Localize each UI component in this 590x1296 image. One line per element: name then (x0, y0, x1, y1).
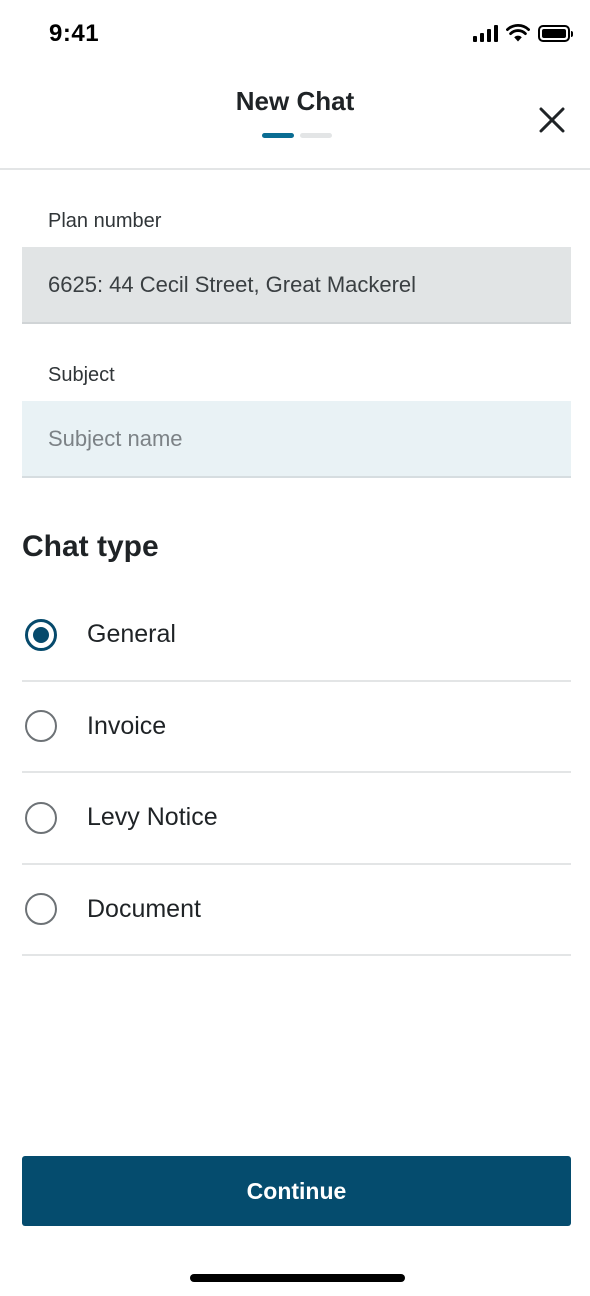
status-time: 9:41 (49, 20, 100, 47)
radio-option-label: Levy Notice (87, 803, 218, 832)
plan-number-label: Plan number (48, 210, 162, 232)
close-button[interactable] (536, 104, 568, 136)
chat-type-heading: Chat type (22, 530, 159, 563)
radio-option-label: Document (87, 894, 201, 923)
radio-option-levy-notice[interactable]: Levy Notice (22, 773, 571, 865)
radio-unselected-icon[interactable] (25, 710, 57, 743)
subject-label: Subject (48, 364, 115, 386)
radio-option-invoice[interactable]: Invoice (22, 682, 571, 773)
step-indicator (262, 133, 332, 138)
subject-input[interactable] (22, 401, 571, 478)
page-title: New Chat (235, 86, 355, 116)
close-icon (539, 107, 565, 133)
chat-type-options: General Invoice Levy Notice Document (22, 590, 571, 956)
radio-selected-icon[interactable] (25, 618, 57, 651)
battery-icon (538, 24, 573, 42)
plan-number-field: 6625: 44 Cecil Street, Great Mackerel (22, 247, 571, 324)
plan-number-value: 6625: 44 Cecil Street, Great Mackerel (48, 271, 417, 297)
step-1-indicator (262, 133, 294, 138)
radio-option-general[interactable]: General (22, 590, 571, 682)
radio-unselected-icon[interactable] (25, 801, 57, 834)
header: New Chat (0, 70, 590, 170)
radio-option-label: General (87, 620, 176, 649)
status-bar: 9:41 (0, 0, 590, 70)
wifi-icon (506, 24, 530, 42)
radio-option-document[interactable]: Document (22, 865, 571, 956)
home-indicator (190, 1274, 405, 1282)
cellular-signal-icon (473, 24, 498, 42)
radio-option-label: Invoice (87, 711, 167, 740)
step-2-indicator (300, 133, 332, 138)
continue-button[interactable]: Continue (22, 1156, 571, 1226)
status-icons (473, 24, 573, 42)
radio-unselected-icon[interactable] (25, 893, 57, 926)
